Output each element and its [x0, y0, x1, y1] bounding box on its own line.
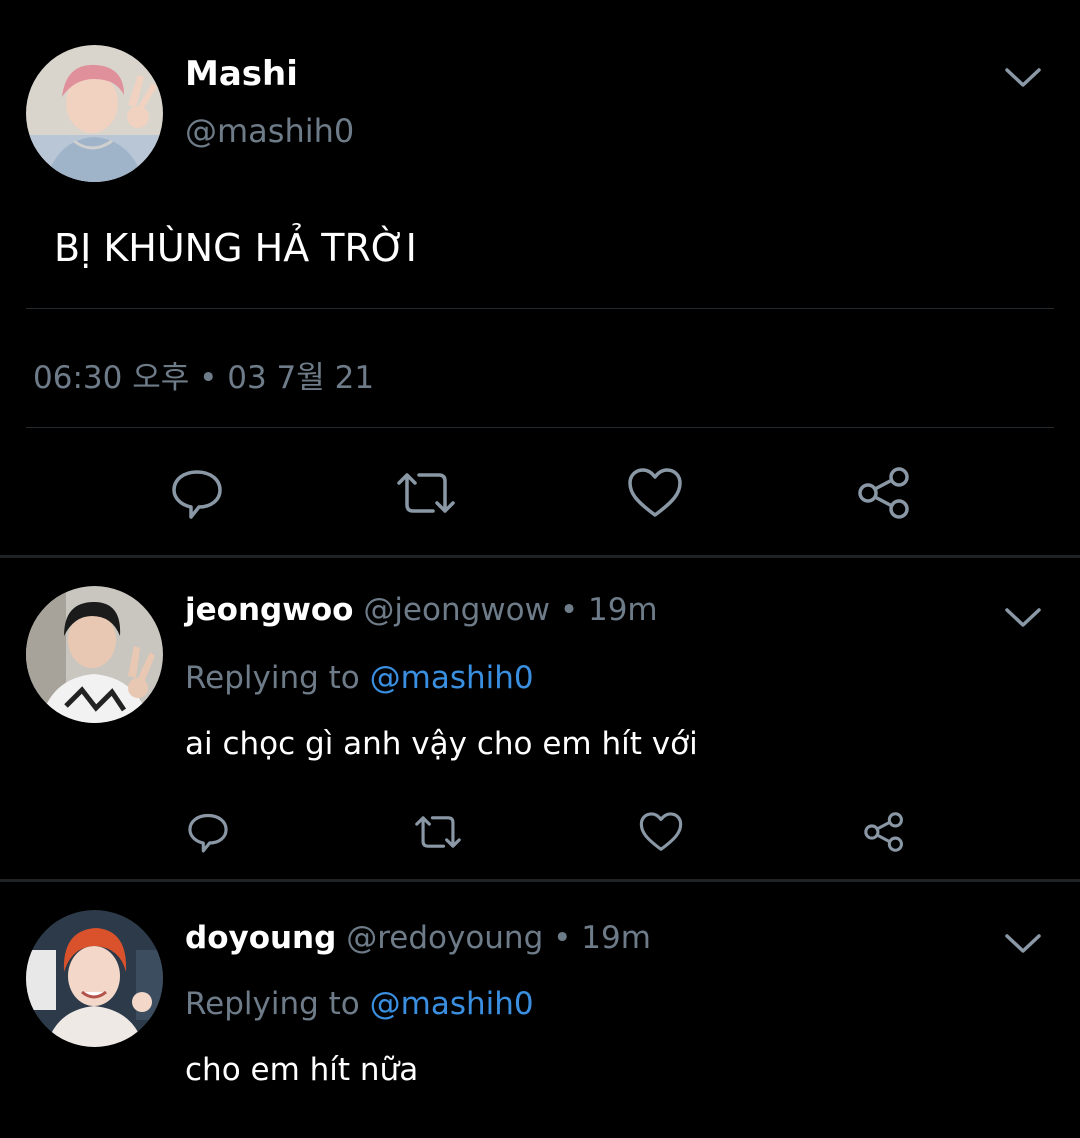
retweet-button[interactable] — [393, 462, 459, 524]
divider — [26, 427, 1054, 428]
replying-to: Replying to @mashih0 — [185, 986, 534, 1022]
user-handle[interactable]: @mashih0 — [185, 112, 354, 150]
replying-to-label: Replying to — [185, 986, 360, 1022]
retweet-icon — [415, 816, 461, 848]
reply-icon — [188, 813, 228, 853]
heart-icon — [639, 812, 683, 851]
like-button[interactable] — [624, 462, 686, 524]
reply-time: 19m — [587, 592, 658, 628]
section-divider — [0, 879, 1080, 882]
display-name[interactable]: Mashi — [185, 54, 298, 94]
reply-icon — [172, 470, 222, 519]
replying-to-link[interactable]: @mashih0 — [370, 660, 534, 696]
replying-to-link[interactable]: @mashih0 — [370, 986, 534, 1022]
retweet-icon — [397, 473, 455, 513]
replying-to-label: Replying to — [185, 660, 360, 696]
section-divider — [0, 555, 1080, 558]
chevron-down-icon[interactable] — [1003, 602, 1043, 632]
tweet-text: cho em hít nữa — [185, 1052, 419, 1088]
reply-header: doyoung @redoyoung • 19m — [185, 920, 651, 956]
divider — [26, 308, 1054, 309]
display-name[interactable]: doyoung — [185, 920, 336, 956]
share-button[interactable] — [853, 462, 915, 524]
display-name[interactable]: jeongwoo — [185, 592, 353, 628]
share-icon — [858, 467, 909, 519]
reply-header: jeongwoo @jeongwow • 19m — [185, 592, 658, 628]
like-button[interactable] — [637, 808, 685, 856]
share-button[interactable] — [860, 808, 908, 856]
tweet-text: BỊ KHÙNG HẢ TRỜI — [54, 226, 417, 270]
chevron-down-icon[interactable] — [1003, 62, 1043, 92]
replying-to: Replying to @mashih0 — [185, 660, 534, 696]
avatar-doyoung[interactable] — [26, 910, 163, 1047]
user-handle[interactable]: @jeongwow — [363, 592, 550, 628]
reply-button[interactable] — [184, 808, 232, 856]
tweet-timestamp: 06:30 오후 • 03 7월 21 — [33, 360, 375, 396]
separator: • — [559, 592, 579, 628]
retweet-button[interactable] — [412, 808, 464, 856]
tweet-text: ai chọc gì anh vậy cho em hít với — [185, 726, 698, 762]
reply-time: 19m — [581, 920, 651, 956]
heart-icon — [628, 468, 682, 517]
reply-button[interactable] — [166, 462, 228, 524]
user-handle[interactable]: @redoyoung — [346, 920, 543, 956]
chevron-down-icon[interactable] — [1003, 928, 1043, 958]
separator: • — [553, 920, 572, 956]
avatar-mashi[interactable] — [26, 45, 163, 182]
avatar-jeongwoo[interactable] — [26, 586, 163, 723]
share-icon — [864, 812, 903, 852]
